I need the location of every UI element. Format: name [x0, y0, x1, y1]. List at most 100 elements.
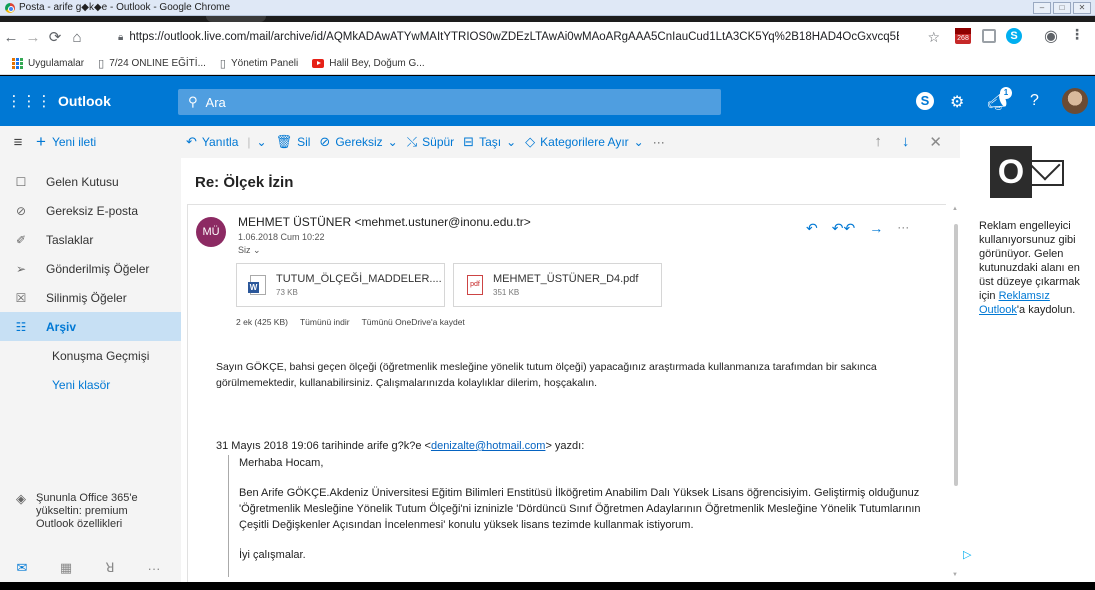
- back-icon[interactable]: ←: [0, 29, 22, 46]
- apps-icon: [12, 57, 23, 69]
- tag-icon: ◇: [525, 134, 536, 149]
- sender-name[interactable]: MEHMET ÜSTÜNER <mehmet.ustuner@inonu.edu…: [238, 215, 531, 229]
- categorize-button[interactable]: ◇ Kategorilere Ayır ⌄: [525, 134, 644, 150]
- next-message-icon[interactable]: ↓: [902, 133, 910, 151]
- sweep-label: Süpür: [422, 135, 455, 149]
- command-bar: ≡ + Yeni ileti ↶ Yanıtla | ⌄ 🗑︎ Sil ⊘ Gerek…: [0, 126, 960, 158]
- page-icon: ▯: [98, 57, 105, 70]
- close-window-button[interactable]: ✕: [1073, 2, 1091, 14]
- scroll-down-icon[interactable]: ▼: [952, 572, 958, 578]
- move-button[interactable]: ⊟ Taşı ⌄: [463, 134, 516, 150]
- folder-label: Arşiv: [46, 319, 77, 334]
- more-apps-icon[interactable]: ···: [132, 561, 176, 576]
- profile-icon[interactable]: ◉: [1044, 26, 1060, 45]
- calendar-icon[interactable]: ▦: [44, 560, 88, 576]
- delete-button[interactable]: 🗑︎ Sil: [276, 134, 311, 150]
- folder-pane: ☐ Gelen Kutusu ⊘ Gereksiz E-posta ✐ Taslakl…: [0, 158, 181, 582]
- reply-button[interactable]: ↶ Yanıtla: [186, 134, 238, 150]
- attachment-pdf[interactable]: MEHMET_ÜSTÜNER_D4.pdf 351 KB: [453, 263, 662, 307]
- scroll-up-icon[interactable]: ▲: [952, 206, 958, 212]
- sweep-button[interactable]: ⤯ Süpür: [407, 134, 454, 150]
- module-switcher: ✉ ▦ ꓤ ···: [0, 554, 181, 582]
- download-all-link[interactable]: Tümünü indir: [300, 317, 350, 327]
- folder-junk[interactable]: ⊘ Gereksiz E-posta: [0, 196, 181, 225]
- settings-gear-icon[interactable]: ⚙: [950, 92, 964, 112]
- browser-menu-icon[interactable]: ⋮: [1070, 26, 1086, 42]
- pencil-icon: ✐: [15, 232, 27, 247]
- more-actions-icon[interactable]: ···: [897, 220, 909, 237]
- bookmark-youtube[interactable]: Halil Bey, Doğum G...: [312, 58, 425, 69]
- user-avatar[interactable]: [1062, 88, 1088, 114]
- skype-extension-icon[interactable]: S: [1006, 28, 1022, 44]
- people-icon[interactable]: ꓤ: [88, 560, 132, 576]
- more-commands-button[interactable]: ···: [653, 135, 665, 149]
- categorize-label: Kategorilere Ayır: [540, 135, 629, 149]
- bookmark-label: 7/24 ONLINE EĞİTİ...: [109, 57, 206, 69]
- send-icon: ➢: [15, 261, 27, 276]
- archive-icon: ☷: [15, 319, 27, 334]
- window-title-bar: Posta - arife g◆k◆e - Outlook - Google C…: [0, 0, 1095, 16]
- previous-message-icon[interactable]: ↑: [874, 133, 882, 151]
- search-icon: ⚲: [188, 94, 198, 109]
- folder-archive[interactable]: ☷ Arşiv: [0, 312, 181, 341]
- outlook-brand[interactable]: Outlook: [58, 93, 178, 109]
- reload-icon[interactable]: ⟳: [44, 28, 66, 46]
- new-message-button[interactable]: + Yeni ileti: [36, 132, 186, 152]
- search-input[interactable]: Ara: [206, 95, 226, 110]
- quote-suffix: > yazdı:: [545, 440, 585, 452]
- sender-avatar[interactable]: MÜ: [196, 217, 226, 247]
- ad-text-suffix: 'a kaydolun.: [1016, 304, 1076, 316]
- mail-icon[interactable]: ✉: [0, 560, 44, 576]
- skype-icon[interactable]: S: [916, 92, 934, 110]
- hamburger-menu-icon[interactable]: ≡: [0, 134, 36, 151]
- bookmark-online-egitim[interactable]: ▯ 7/24 ONLINE EĞİTİ...: [98, 57, 206, 70]
- recipient[interactable]: Siz ⌄: [238, 245, 261, 256]
- save-onedrive-link[interactable]: Tümünü OneDrive'a kaydet: [362, 317, 465, 327]
- folder-deleted[interactable]: ☒ Silinmiş Öğeler: [0, 283, 181, 312]
- minimize-button[interactable]: –: [1033, 2, 1051, 14]
- help-icon[interactable]: ?: [1030, 92, 1039, 110]
- calendar-extension-icon[interactable]: 268: [955, 28, 971, 44]
- scrollbar[interactable]: ▲ ▼: [951, 204, 960, 582]
- folder-drafts[interactable]: ✐ Taslaklar: [0, 225, 181, 254]
- message-date: 1.06.2018 Cum 10:22: [238, 232, 325, 242]
- reply-icon: ↶: [186, 134, 197, 149]
- upgrade-promo[interactable]: ◈ Şununla Office 365'e yükseltin: premiu…: [0, 492, 181, 531]
- url-field[interactable]: 🔒︎ https://outlook.live.com/mail/archive…: [118, 26, 940, 48]
- folder-sent[interactable]: ➢ Gönderilmiş Öğeler: [0, 254, 181, 283]
- forward-icon[interactable]: →: [869, 220, 883, 237]
- outlook-logo-icon: O: [990, 146, 1064, 201]
- inbox-icon: ☐: [15, 174, 27, 189]
- close-message-icon[interactable]: ✕: [929, 133, 942, 151]
- extension-icon[interactable]: [982, 29, 996, 43]
- notification-badge: 1: [1000, 87, 1012, 99]
- window-title: Posta - arife g◆k◆e - Outlook - Google C…: [19, 2, 231, 13]
- reply-dropdown-chevron-icon[interactable]: ⌄: [257, 135, 267, 149]
- adchoices-icon[interactable]: ▷: [963, 548, 971, 561]
- quote-email-link[interactable]: denizalte@hotmail.com: [431, 440, 546, 452]
- search-box[interactable]: ⚲ Ara: [178, 89, 721, 115]
- chevron-down-icon: ⌄: [253, 245, 261, 255]
- url-text[interactable]: https://outlook.live.com/mail/archive/id…: [129, 31, 899, 43]
- home-icon[interactable]: ⌂: [66, 29, 88, 46]
- quote-greeting: Merhaba Hocam,: [239, 457, 324, 469]
- forward-icon[interactable]: →: [22, 29, 44, 46]
- reply-all-icon[interactable]: ↶↶: [832, 220, 855, 237]
- bookmark-apps[interactable]: Uygulamalar: [0, 57, 84, 69]
- reply-icon[interactable]: ↶: [806, 220, 818, 237]
- maximize-button[interactable]: □: [1053, 2, 1071, 14]
- outlook-header: ⋮⋮⋮ Outlook ⚲ Ara S ⚙ 📣︎ 1 ?: [0, 76, 1095, 126]
- folder-inbox[interactable]: ☐ Gelen Kutusu: [0, 167, 181, 196]
- scroll-thumb[interactable]: [954, 224, 958, 486]
- chrome-logo-icon: [5, 2, 15, 13]
- quote-closing: İyi çalışmalar.: [239, 549, 306, 561]
- app-launcher-icon[interactable]: ⋮⋮⋮: [0, 92, 58, 110]
- attachment-word[interactable]: TUTUM_ÖLÇEĞİ_MADDELER.... 73 KB: [236, 263, 445, 307]
- junk-button[interactable]: ⊘ Gereksiz ⌄: [319, 134, 397, 150]
- folder-conversation-history[interactable]: Konuşma Geçmişi: [0, 341, 181, 370]
- bookmark-star-icon[interactable]: ☆: [927, 29, 940, 46]
- bookmark-yonetim-paneli[interactable]: ▯ Yönetim Paneli: [220, 57, 298, 70]
- chevron-down-icon: ⌄: [633, 135, 644, 149]
- new-folder-link[interactable]: Yeni klasör: [0, 370, 181, 399]
- folder-label: Gereksiz E-posta: [46, 203, 139, 218]
